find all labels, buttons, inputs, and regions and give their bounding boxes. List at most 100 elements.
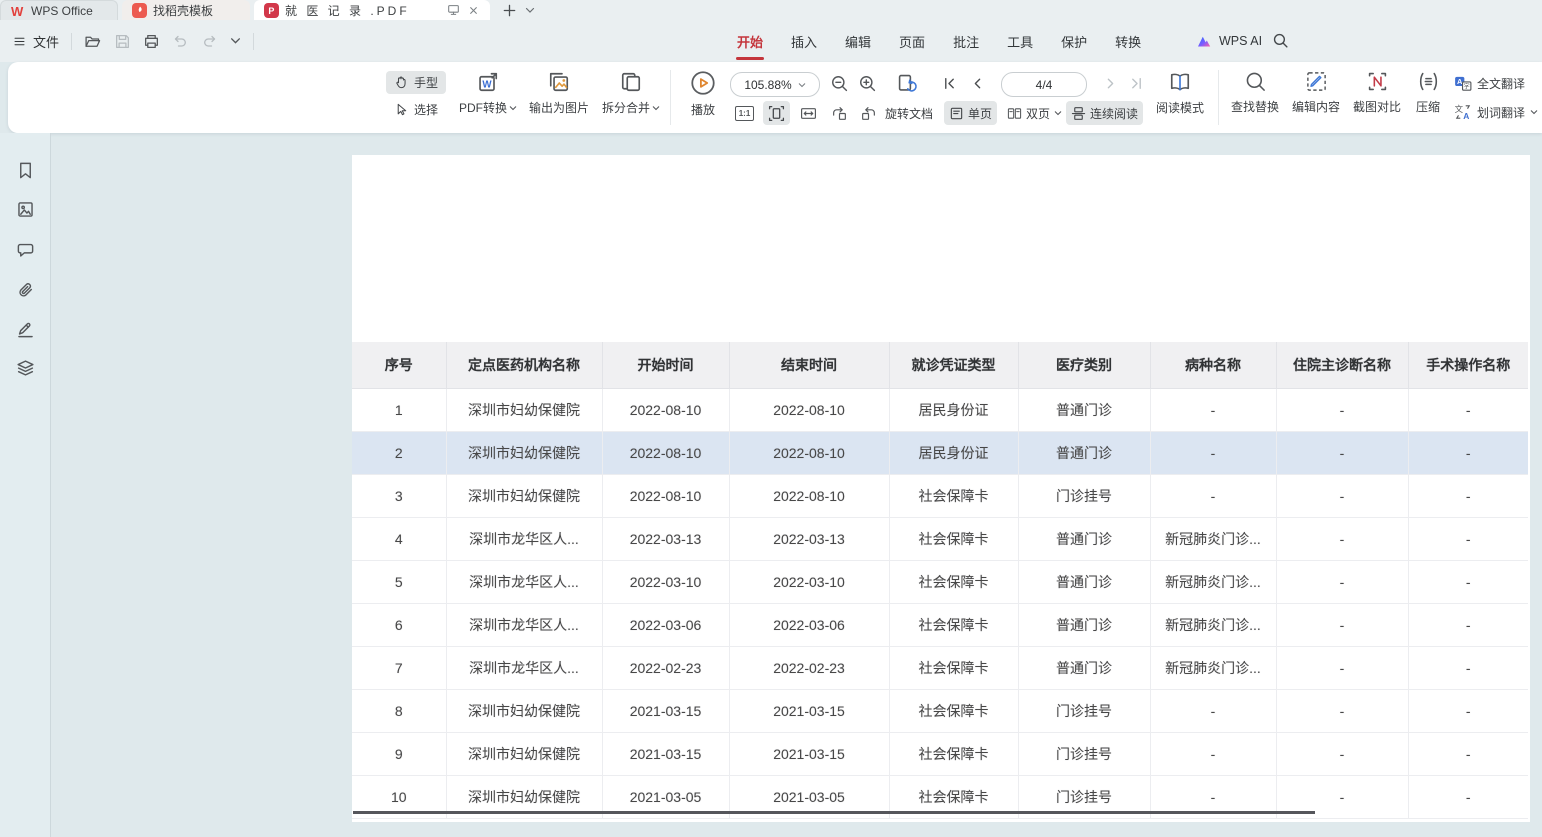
rotate-right-button[interactable] — [855, 101, 882, 125]
split-merge-button[interactable]: 拆分合并 — [598, 68, 664, 116]
export-image-button[interactable]: 输出为图片 — [524, 68, 594, 116]
chevron-down-icon — [798, 82, 806, 88]
ribbon-tab-edit[interactable]: 编辑 — [843, 32, 873, 51]
table-cell: 社会保障卡 — [889, 604, 1018, 647]
table-row: 5深圳市龙华区人...2022-03-102022-03-10社会保障卡普通门诊… — [352, 561, 1528, 604]
fit-page-refresh-button[interactable] — [896, 72, 919, 95]
compress-button[interactable]: 压缩 — [1410, 68, 1446, 115]
table-cell: - — [1276, 733, 1408, 776]
tab-document[interactable]: P 就 医 记 录 .PDF — [254, 0, 490, 20]
fit-page-button[interactable] — [763, 101, 790, 125]
screenshot-compare-button[interactable]: 截图对比 — [1348, 68, 1406, 115]
zoom-out-icon — [830, 74, 849, 93]
rotate-document-label[interactable]: 旋转文档 — [880, 101, 938, 125]
ribbon-tab-convert[interactable]: 转换 — [1113, 32, 1143, 51]
find-replace-button[interactable]: 查找替换 — [1226, 68, 1284, 115]
wps-ai-button[interactable]: WPS AI — [1196, 20, 1262, 62]
first-page-button[interactable] — [941, 75, 958, 92]
search-icon[interactable] — [1272, 32, 1289, 49]
close-icon[interactable] — [467, 4, 480, 17]
table-cell: - — [1150, 690, 1276, 733]
bookmarks-panel-button[interactable] — [13, 158, 37, 182]
tab-docer[interactable]: 找稻壳模板 — [122, 0, 250, 20]
table-cell: 7 — [352, 647, 446, 690]
find-replace-icon — [1244, 70, 1267, 93]
table-cell: - — [1276, 518, 1408, 561]
zoom-in-button[interactable] — [858, 74, 877, 93]
table-cell: 2022-03-13 — [602, 518, 729, 561]
table-cell: 社会保障卡 — [889, 733, 1018, 776]
double-page-button[interactable]: 双页 — [1002, 101, 1067, 125]
ribbon-tab-home[interactable]: 开始 — [735, 32, 765, 51]
ribbon-tab-insert[interactable]: 插入 — [789, 32, 819, 51]
chevron-down-icon — [652, 105, 660, 111]
thumbnail-image-icon — [16, 200, 35, 219]
table-cell: - — [1276, 432, 1408, 475]
attachments-panel-button[interactable] — [13, 278, 37, 302]
undo-icon[interactable] — [172, 33, 189, 49]
prev-page-icon — [969, 75, 986, 92]
table-cell: - — [1276, 475, 1408, 518]
zoom-level-select[interactable]: 105.88% — [730, 72, 820, 97]
ribbon-tab-protect[interactable]: 保护 — [1059, 32, 1089, 51]
redo-icon[interactable] — [201, 33, 218, 49]
table-cell: - — [1276, 389, 1408, 432]
svg-text:P: P — [268, 5, 274, 15]
hand-tool-button[interactable]: 手型 — [386, 71, 446, 94]
save-icon[interactable] — [114, 33, 131, 50]
table-cell: - — [1408, 518, 1528, 561]
table-header-cell: 结束时间 — [729, 342, 889, 389]
table-cell: 8 — [352, 690, 446, 733]
play-button[interactable]: 播放 — [680, 68, 726, 118]
prev-page-button[interactable] — [969, 75, 986, 92]
tab-wps-office[interactable]: W WPS Office — [0, 0, 118, 20]
table-row: 8深圳市妇幼保健院2021-03-152021-03-15社会保障卡门诊挂号--… — [352, 690, 1528, 733]
ribbon-tab-comment[interactable]: 批注 — [951, 32, 981, 51]
pdf-convert-button[interactable]: W PDF转换 — [452, 68, 524, 116]
table-cell: 2021-03-15 — [729, 733, 889, 776]
select-tool-button[interactable]: 选择 — [386, 98, 446, 121]
rotate-left-icon — [831, 105, 848, 122]
wps-logo-icon: W — [11, 5, 25, 17]
word-translate-button[interactable]: 文A 划词翻译 — [1454, 103, 1538, 121]
table-cell: 居民身份证 — [889, 432, 1018, 475]
table-row: 1深圳市妇幼保健院2022-08-102022-08-10居民身份证普通门诊--… — [352, 389, 1528, 432]
tab-list-chevron-icon[interactable] — [525, 7, 535, 14]
print-icon[interactable] — [143, 33, 160, 50]
table-cell: 3 — [352, 475, 446, 518]
continuous-read-button[interactable]: 连续阅读 — [1066, 101, 1143, 125]
ribbon-tab-tools[interactable]: 工具 — [1005, 32, 1035, 51]
table-row: 2深圳市妇幼保健院2022-08-102022-08-10居民身份证普通门诊--… — [352, 432, 1528, 475]
table-header-cell: 住院主诊断名称 — [1276, 342, 1408, 389]
history-chevron-icon[interactable] — [230, 37, 241, 45]
table-cell: 2 — [352, 432, 446, 475]
comments-panel-button[interactable] — [13, 238, 37, 262]
single-page-button[interactable]: 单页 — [944, 101, 997, 125]
table-cell: 1 — [352, 389, 446, 432]
table-cell: 深圳市妇幼保健院 — [446, 733, 602, 776]
next-page-button[interactable] — [1102, 75, 1119, 92]
monitor-icon[interactable] — [446, 3, 461, 17]
file-menu-button[interactable]: 文件 — [12, 32, 59, 51]
zoom-out-button[interactable] — [830, 74, 849, 93]
full-translate-button[interactable]: A字 全文翻译 — [1454, 74, 1525, 92]
window-tab-bar: W WPS Office 找稻壳模板 P 就 医 记 录 .PDF — [0, 0, 1542, 20]
open-folder-icon[interactable] — [84, 33, 102, 50]
fit-width-button[interactable] — [795, 101, 822, 125]
rotate-left-button[interactable] — [826, 101, 853, 125]
page-number-input[interactable]: 4/4 — [1001, 72, 1087, 97]
thumbnails-panel-button[interactable] — [13, 197, 37, 221]
signature-panel-button[interactable] — [13, 317, 37, 341]
new-tab-plus-icon[interactable] — [502, 3, 517, 18]
table-bottom-border — [353, 811, 1315, 814]
pen-icon — [16, 320, 35, 339]
last-page-button[interactable] — [1128, 75, 1145, 92]
layers-panel-button[interactable] — [13, 356, 37, 380]
first-page-icon — [941, 75, 958, 92]
ribbon-tab-page[interactable]: 页面 — [897, 32, 927, 51]
table-header-cell: 手术操作名称 — [1408, 342, 1528, 389]
tab-label: 找稻壳模板 — [153, 2, 213, 19]
actual-size-button[interactable]: 1:1 — [730, 101, 759, 125]
read-mode-button[interactable]: 阅读模式 — [1148, 68, 1212, 116]
edit-content-button[interactable]: 编辑内容 — [1287, 68, 1345, 115]
